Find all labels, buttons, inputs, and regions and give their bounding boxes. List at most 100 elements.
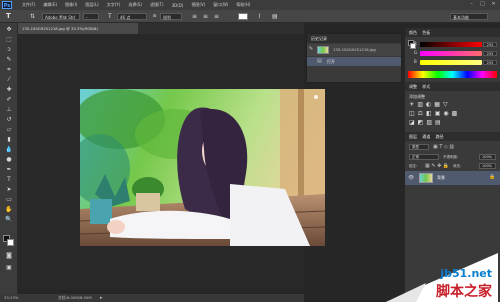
hand-tool-icon[interactable]: ✋ <box>4 205 14 214</box>
text-color-swatch[interactable] <box>238 13 248 20</box>
layer-row-background[interactable]: 👁 背景 🔒 <box>405 171 500 185</box>
quick-mask-icon[interactable]: ◙ <box>4 251 14 260</box>
layer-name: 背景 <box>437 175 445 180</box>
tab-color[interactable]: 颜色 <box>409 30 417 35</box>
fill-label: 填充: <box>453 164 462 168</box>
tab-styles[interactable]: 样式 <box>422 84 430 89</box>
move-tool-icon[interactable]: ✥ <box>4 25 14 34</box>
crop-tool-icon[interactable]: ⌗ <box>4 65 14 74</box>
minimize-icon[interactable]: – <box>467 1 476 8</box>
color-spectrum[interactable] <box>408 71 497 78</box>
document-info: 文档:6.00M/6.00M <box>58 295 92 300</box>
menu-help[interactable]: 帮助(H) <box>236 2 250 8</box>
tab-adjustments[interactable]: 调整 <box>409 84 417 89</box>
lock-icons[interactable]: ▦ ✎ ✥ 🔒 <box>425 163 449 169</box>
layers-panel-header: 图层 通道 路径 <box>405 132 500 141</box>
menu-filter[interactable]: 滤镜(T) <box>150 2 164 8</box>
layer-filter-icons[interactable]: ▣ T ◇ ▥ <box>433 144 454 150</box>
text-orientation-icon[interactable]: ⇅ <box>30 13 35 20</box>
r-value[interactable]: 255 <box>483 42 497 47</box>
r-slider[interactable] <box>420 42 482 47</box>
g-slider[interactable] <box>420 51 482 56</box>
warp-text-icon[interactable]: ⌇ <box>258 13 261 20</box>
adjustment-icons-row3[interactable]: ◪◩▨▤ <box>409 119 444 126</box>
photo-render <box>80 89 325 246</box>
eraser-tool-icon[interactable]: ▱ <box>4 125 14 134</box>
opacity-input[interactable]: 100% <box>479 154 496 160</box>
pen-tool-icon[interactable]: ✒ <box>4 165 14 174</box>
menu-edit[interactable]: 编辑(E) <box>43 2 57 8</box>
status-bar: 33.33% 文档:6.00M/6.00M ▸ <box>0 294 304 302</box>
layer-thumbnail <box>419 173 433 183</box>
close-icon[interactable]: ✕ <box>489 1 498 8</box>
type-tool-icon[interactable]: T <box>4 175 14 184</box>
window-controls: – □ ✕ <box>467 1 498 8</box>
eyedropper-tool-icon[interactable]: ⁄ <box>4 75 14 84</box>
tab-layers[interactable]: 图层 <box>409 134 417 139</box>
tab-swatches[interactable]: 色板 <box>422 30 430 35</box>
menu-window[interactable]: 窗口(W) <box>213 2 228 8</box>
marquee-tool-icon[interactable]: ⬚ <box>4 35 14 44</box>
background-color-swatch[interactable] <box>7 239 14 246</box>
align-left-icon[interactable]: ≡ <box>192 13 197 20</box>
shape-tool-icon[interactable]: ▭ <box>4 195 14 204</box>
font-family-select[interactable]: Adobe 黑体 Std <box>42 13 80 20</box>
zoom-tool-icon[interactable]: 🔍 <box>4 215 14 224</box>
screen-mode-icon[interactable]: ▣ <box>4 263 14 272</box>
eye-icon[interactable]: 👁 <box>408 175 414 181</box>
align-center-icon[interactable]: ≡ <box>203 13 208 20</box>
font-style-select[interactable]: - <box>83 13 99 20</box>
quick-select-tool-icon[interactable]: ✎ <box>4 55 14 64</box>
menu-3d[interactable]: 3D(D) <box>172 3 184 8</box>
document-tab[interactable]: 135-150G9251218.jpg @ 33.3%(RGB/8) <box>18 23 138 34</box>
healing-brush-tool-icon[interactable]: ✚ <box>4 85 14 94</box>
status-arrow-icon[interactable]: ▸ <box>100 294 103 302</box>
history-brush-tool-icon[interactable]: ↺ <box>4 115 14 124</box>
lasso-tool-icon[interactable]: ↄ <box>4 45 14 54</box>
history-tab[interactable]: 历史记录 <box>307 34 401 43</box>
b-value[interactable]: 255 <box>483 60 497 65</box>
menu-image[interactable]: 图像(I) <box>65 2 77 8</box>
fill-input[interactable]: 100% <box>479 163 496 169</box>
watermark: jb51.net 脚本之家 <box>386 253 498 302</box>
history-state-label: 打开 <box>327 59 335 64</box>
watermark-name: 脚本之家 <box>436 284 492 300</box>
gradient-tool-icon[interactable]: ▮ <box>4 135 14 144</box>
layer-kind-filter[interactable]: 类型 <box>409 144 429 150</box>
menu-layer[interactable]: 图层(L) <box>85 2 98 8</box>
font-size-icon: T <box>108 13 112 20</box>
dodge-tool-icon[interactable]: ● <box>4 155 14 164</box>
type-tool-icon[interactable]: T <box>6 13 11 20</box>
b-slider[interactable] <box>420 60 482 65</box>
snapshot-name: 135-150G9251218.jpg <box>333 47 376 52</box>
adjustment-icons-row2[interactable]: ◫⚖◧▣◉▩ <box>409 110 460 117</box>
clone-stamp-tool-icon[interactable]: ⊥ <box>4 105 14 114</box>
brush-tool-icon[interactable]: ✐ <box>4 95 14 104</box>
history-snapshot-row[interactable]: ✎ 135-150G9251218.jpg <box>307 44 401 56</box>
canvas-image[interactable] <box>80 89 325 246</box>
menu-file[interactable]: 文件(F) <box>22 2 35 8</box>
character-panel-icon[interactable]: ▤ <box>272 13 278 20</box>
snapshot-thumbnail <box>317 46 329 54</box>
align-right-icon[interactable]: ≡ <box>214 13 219 20</box>
anti-alias-select[interactable]: 锐利 <box>160 13 182 20</box>
menu-view[interactable]: 视图(V) <box>191 2 205 8</box>
menu-type[interactable]: 文字(Y) <box>107 2 121 8</box>
history-state-row[interactable]: ▤ 打开 <box>307 57 401 66</box>
r-label: R <box>414 41 417 46</box>
opacity-label: 不透明度: <box>443 155 459 159</box>
adjustments-panel-header: 调整 样式 <box>405 82 500 91</box>
menu-select[interactable]: 选择(S) <box>128 2 142 8</box>
workspace-select[interactable]: 基本功能 <box>450 13 488 20</box>
blend-mode-select[interactable]: 正常 <box>409 154 439 160</box>
path-select-tool-icon[interactable]: ➤ <box>4 185 14 194</box>
lock-label: 锁定: <box>409 164 418 168</box>
tab-paths[interactable]: 路径 <box>436 134 444 139</box>
blur-tool-icon[interactable]: 💧 <box>4 145 14 154</box>
adjustment-icons-row1[interactable]: ☀▥◐▦▽ <box>409 101 451 108</box>
zoom-level[interactable]: 33.33% <box>4 294 18 302</box>
font-size-select[interactable]: 46 点 <box>117 13 147 20</box>
tab-channels[interactable]: 通道 <box>422 134 430 139</box>
maximize-icon[interactable]: □ <box>478 1 487 8</box>
g-value[interactable]: 255 <box>483 51 497 56</box>
